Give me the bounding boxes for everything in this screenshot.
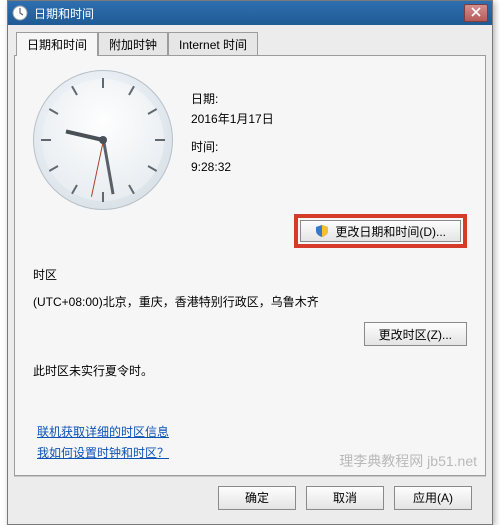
date-value: 2016年1月17日 xyxy=(191,110,274,128)
highlight-box: 更改日期和时间(D)... xyxy=(294,214,467,248)
date-time-window: 日期和时间 日期和时间 附加时钟 Internet 时间 xyxy=(7,0,493,525)
minute-hand xyxy=(102,140,115,195)
link-howto[interactable]: 我如何设置时钟和时区？ xyxy=(37,444,169,461)
dialog-footer: 确定 取消 应用(A) xyxy=(14,476,486,518)
change-timezone-label: 更改时区(Z)... xyxy=(379,326,452,343)
dst-note: 此时区未实行夏令时。 xyxy=(33,362,467,379)
tabstrip: 日期和时间 附加时钟 Internet 时间 xyxy=(14,31,486,55)
timezone-value: (UTC+08:00)北京，重庆，香港特别行政区，乌鲁木齐 xyxy=(33,293,467,310)
date-label: 日期: xyxy=(191,90,274,108)
clock-icon xyxy=(12,5,28,21)
change-timezone-button[interactable]: 更改时区(Z)... xyxy=(364,322,467,346)
clock-face xyxy=(33,70,173,210)
window-title: 日期和时间 xyxy=(34,5,94,22)
change-date-time-label: 更改日期和时间(D)... xyxy=(335,223,446,240)
link-tz-details[interactable]: 联机获取详细的时区信息 xyxy=(37,423,169,440)
datetime-row: 日期: 2016年1月17日 时间: 9:28:32 xyxy=(33,70,467,210)
shield-icon xyxy=(315,224,329,238)
cancel-button[interactable]: 取消 xyxy=(306,486,384,510)
tab-additional-clocks[interactable]: 附加时钟 xyxy=(98,32,168,56)
titlebar[interactable]: 日期和时间 xyxy=(8,1,492,25)
timezone-section: 时区 (UTC+08:00)北京，重庆，香港特别行政区，乌鲁木齐 更改时区(Z)… xyxy=(33,266,467,379)
client-area: 日期和时间 附加时钟 Internet 时间 xyxy=(8,25,492,524)
close-button[interactable] xyxy=(464,4,488,22)
close-icon xyxy=(471,7,481,20)
hour-hand xyxy=(66,130,104,142)
timezone-label: 时区 xyxy=(33,266,467,283)
second-hand xyxy=(90,140,103,197)
time-value: 9:28:32 xyxy=(191,158,274,176)
tab-internet-time[interactable]: Internet 时间 xyxy=(168,32,258,56)
change-datetime-row: 更改日期和时间(D)... xyxy=(33,214,467,248)
watermark: 理李典教程网 jb51.net xyxy=(339,451,477,471)
clock-hub xyxy=(99,136,107,144)
datetime-text: 日期: 2016年1月17日 时间: 9:28:32 xyxy=(191,70,274,186)
ok-button[interactable]: 确定 xyxy=(218,486,296,510)
tab-date-time[interactable]: 日期和时间 xyxy=(16,32,98,56)
time-label: 时间: xyxy=(191,138,274,156)
tabpanel-date-time: 日期: 2016年1月17日 时间: 9:28:32 更改日期和时间(D)... xyxy=(14,55,486,476)
links-block: 联机获取详细的时区信息 我如何设置时钟和时区？ xyxy=(37,419,169,461)
analog-clock xyxy=(33,70,173,210)
change-date-time-button[interactable]: 更改日期和时间(D)... xyxy=(300,220,461,242)
apply-button[interactable]: 应用(A) xyxy=(394,486,472,510)
